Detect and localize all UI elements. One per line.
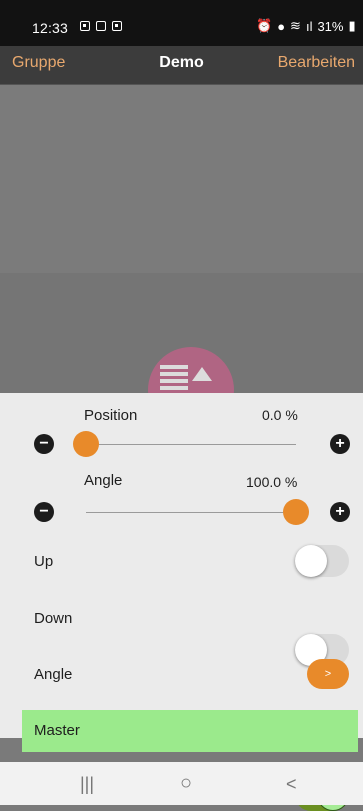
angle-slider-value: 100.0 % [246,474,298,490]
arrow-up-icon [192,367,212,381]
status-left-icons [80,21,122,31]
notification-icon [112,21,122,31]
up-label: Up [34,553,54,570]
edit-button[interactable]: Bearbeiten [278,54,355,72]
position-increase-button[interactable]: + [330,434,350,454]
wifi-icon: ≋ [290,18,301,33]
screen-icon [96,21,106,31]
position-decrease-button[interactable]: − [34,434,54,454]
up-toggle[interactable] [295,545,349,577]
position-value: 0.0 % [262,407,298,423]
location-icon: ● [277,18,286,34]
blind-slat [160,379,188,383]
navigation-bar: Demo Gruppe Bearbeiten [0,46,363,85]
gallery-icon [80,21,90,31]
master-label: Master [34,722,80,739]
status-time: 12:33 [32,20,69,36]
down-label: Down [34,610,73,627]
angle-slider-track[interactable] [86,512,296,513]
angle-slider-label: Angle [84,472,123,489]
recents-button[interactable]: ||| [80,774,94,795]
blind-slat [160,386,188,390]
status-bar: 12:33 ⏰ ● ≋ ıl 31% ▮ [0,0,363,46]
position-slider-thumb[interactable] [73,431,99,457]
system-navigation-bar: ||| ○ < [0,762,363,805]
battery-icon: ▮ [348,18,356,33]
home-button[interactable]: ○ [180,772,192,795]
blind-slat [160,372,188,376]
position-slider-track[interactable] [86,444,296,445]
angle-decrease-button[interactable]: − [34,502,54,522]
angle-detail-button[interactable]: > [307,659,349,689]
group-button[interactable]: Gruppe [12,54,65,72]
position-label: Position [84,407,138,424]
angle-increase-button[interactable]: + [330,502,350,522]
status-right-icons: ⏰ ● ≋ ıl 31% ▮ [256,18,356,34]
battery-level: 31% [317,18,344,34]
back-button[interactable]: < [286,774,297,795]
alarm-icon: ⏰ [256,18,273,33]
blind-slat [160,365,188,369]
angle-row-label: Angle [34,666,73,683]
angle-slider-thumb[interactable] [283,499,309,525]
signal-icon: ıl [305,18,313,34]
toggle-knob [295,545,327,577]
